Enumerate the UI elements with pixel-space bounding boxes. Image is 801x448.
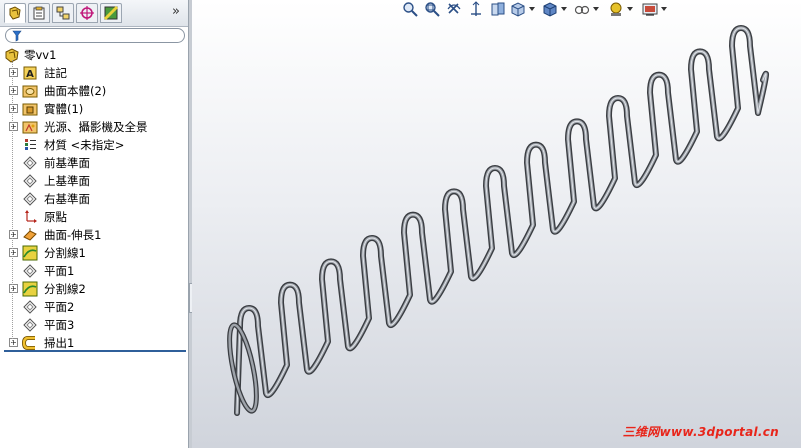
tree-connector-lines [12,60,13,343]
property-manager-icon [33,6,45,20]
tab-feature-manager[interactable] [4,3,26,23]
tree-item-label: 平面1 [44,264,75,278]
tree-item-label: 光源、攝影機及全景 [44,120,148,134]
graphics-area[interactable]: 三维网www.3dportal.cn [192,0,801,448]
feature-manager-icon [9,6,21,20]
tree-item-label: 分割線1 [44,246,86,260]
tree-item-label: 原點 [44,210,67,224]
rollback-bar[interactable] [4,350,186,352]
tab-dimxpert-manager[interactable] [76,3,98,23]
tree-item-label: 平面3 [44,318,75,332]
expand-tabs-button[interactable]: » [169,3,183,21]
tree-item-label: 實體(1) [44,102,84,116]
watermark-text: 三维网www.3dportal.cn [622,425,779,439]
tree-item-label: 材質 <未指定> [44,138,125,152]
dimxpert-manager-icon [80,6,94,20]
tree-item-label: 掃出1 [44,336,75,350]
manager-tab-bar: » [0,0,188,27]
tree-item-label: 註記 [44,66,67,80]
tree-item-label: 上基準面 [44,174,90,188]
feature-manager-panel: » 零vv1 + A 註記 + 曲面本體(2) + 實體(1) + 光源、攝影機… [0,0,189,448]
tree-item-label: 曲面-伸長1 [44,228,102,242]
spring-model[interactable] [192,0,801,448]
tab-display-manager[interactable] [100,3,122,23]
configuration-manager-icon [56,6,70,20]
tree-item-label: 前基準面 [44,156,90,170]
spring-wire-body[interactable] [235,26,768,415]
filter-icon [12,30,22,42]
tree-item-label: 曲面本體(2) [44,84,107,98]
tab-configuration-manager[interactable] [52,3,74,23]
tree-item-label: 右基準面 [44,192,90,206]
spring-wire-outline[interactable] [234,25,769,416]
tree-item-label: 平面2 [44,300,75,314]
spring-wire-highlight[interactable] [236,27,767,414]
display-manager-icon [103,5,119,21]
tree-filter-input[interactable] [5,28,185,43]
tree-item-label: 分割線2 [44,282,86,296]
tab-property-manager[interactable] [28,3,50,23]
